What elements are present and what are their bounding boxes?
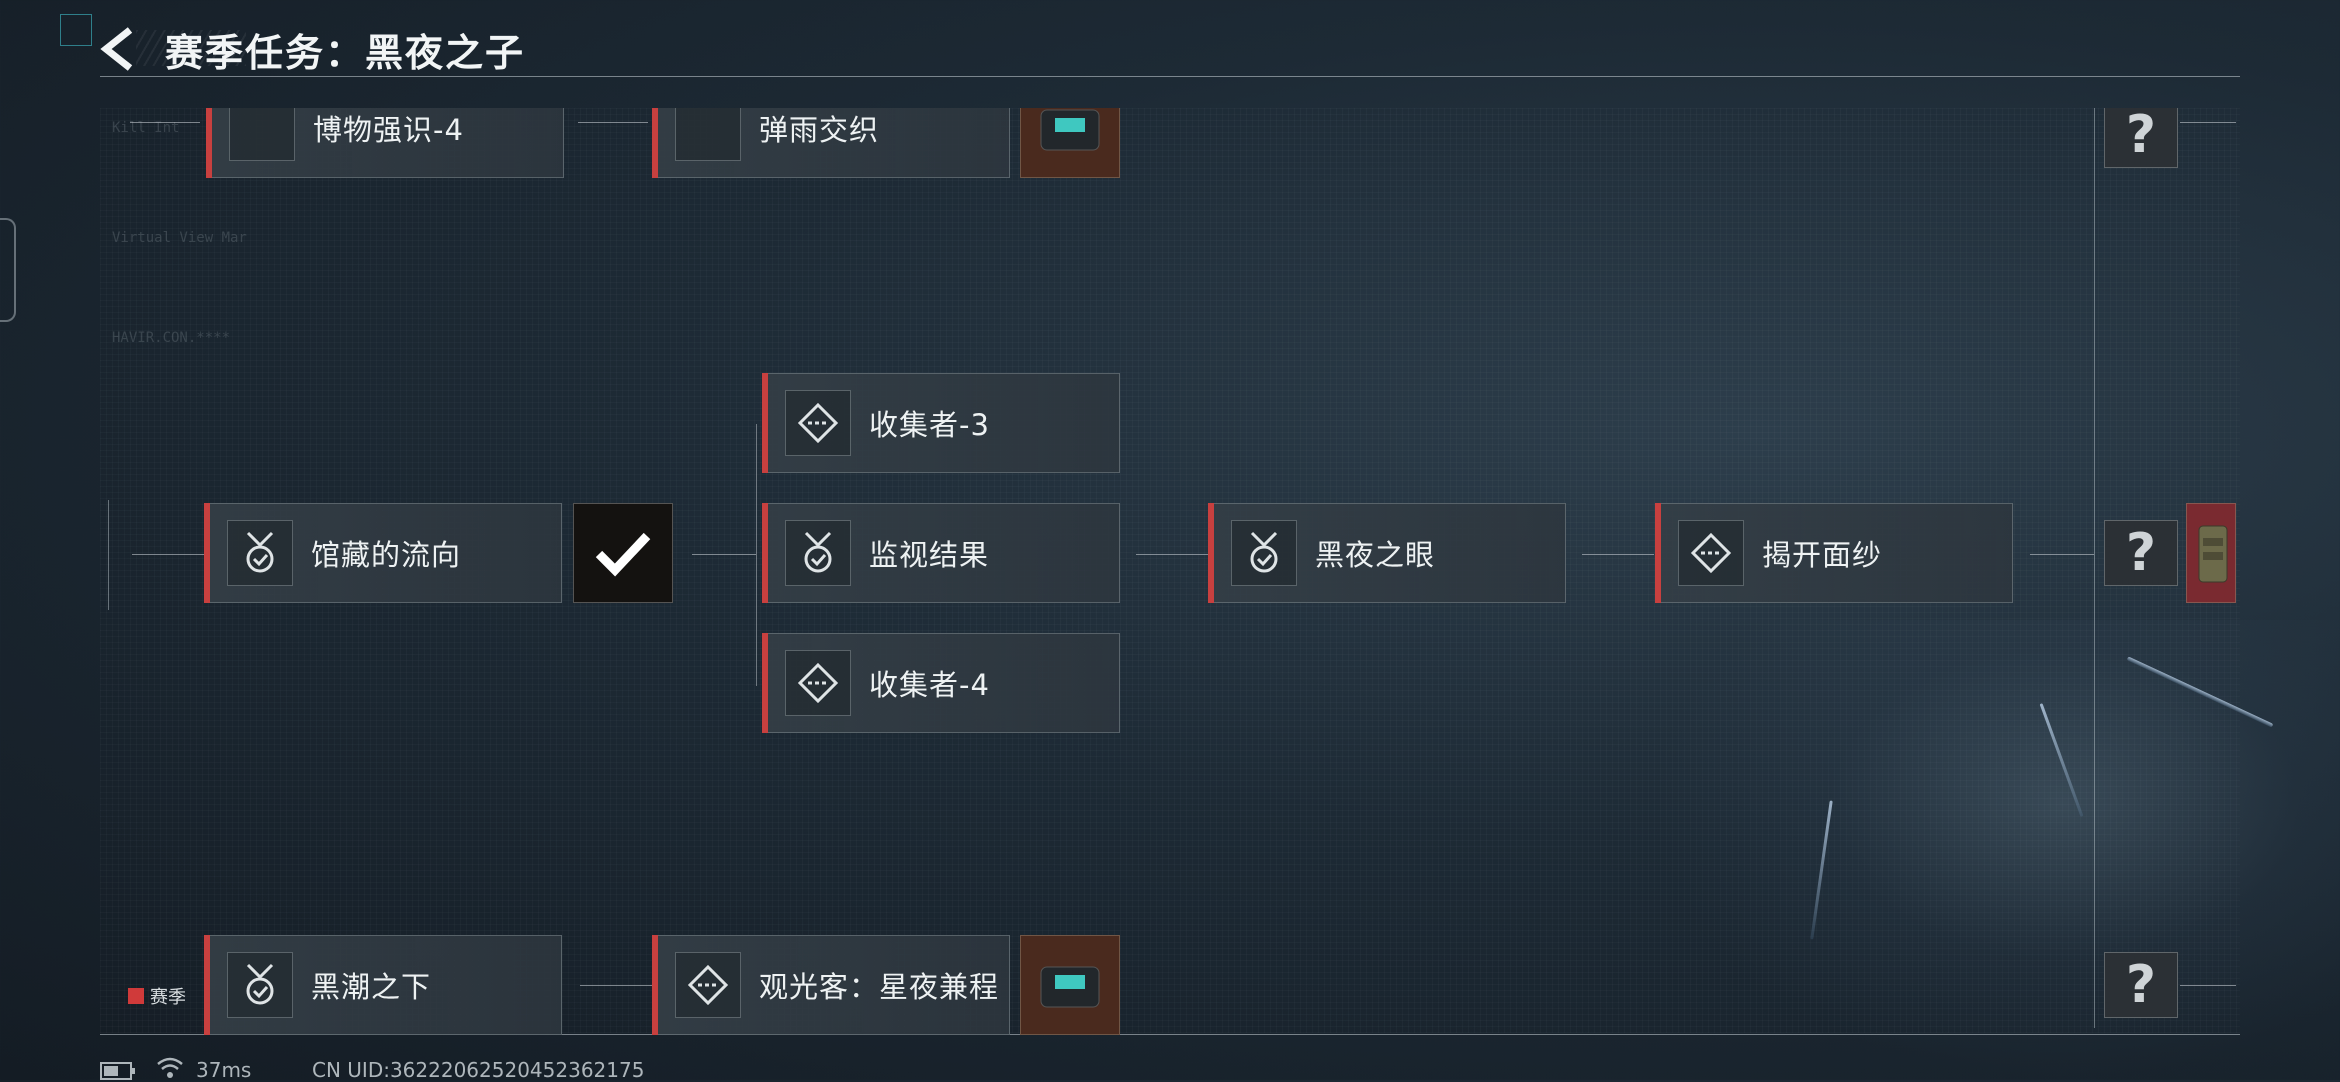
reward-completed[interactable] — [573, 503, 673, 603]
link-line — [580, 985, 652, 986]
corner-frame — [60, 14, 92, 46]
task-card-heiye-eye[interactable]: 黑夜之眼 — [1208, 503, 1566, 603]
ping-readout: 37ms — [196, 1058, 252, 1082]
page-title: 赛季任务：黑夜之子 — [165, 31, 526, 75]
season-badge: 赛季 — [128, 983, 186, 1009]
task-label: 博物强识-4 — [313, 113, 464, 147]
back-button[interactable] — [98, 26, 138, 72]
link-line — [578, 122, 648, 123]
link-line — [132, 554, 204, 555]
armor-vest-icon — [2198, 525, 2228, 583]
task-label: 弹雨交织 — [759, 113, 880, 147]
chevron-left-icon — [100, 27, 133, 71]
unknown-reward[interactable]: ? — [2104, 952, 2178, 1018]
link-line — [1582, 554, 1654, 555]
hud-decoration: HAVIR.CON.**** — [112, 330, 231, 346]
header-divider — [100, 76, 2240, 77]
task-card-bowu[interactable]: 博物强识-4 — [206, 108, 564, 178]
case-icon — [1040, 109, 1100, 151]
medal-icon — [785, 520, 851, 586]
task-card-danyu[interactable]: 弹雨交织 — [652, 108, 1010, 178]
case-icon — [1040, 966, 1100, 1008]
season-label: 赛季 — [150, 987, 186, 1008]
task-label: 观光客：星夜兼程 — [759, 970, 1000, 1004]
top-row-viewport: 博物强识-4 弹雨交织 ? — [100, 108, 2240, 178]
reward-armor-item[interactable] — [2186, 503, 2236, 603]
diamond-target-icon — [675, 108, 741, 161]
task-label: 馆藏的流向 — [311, 538, 462, 572]
unknown-reward[interactable]: ? — [2104, 520, 2178, 586]
task-card-collector-3[interactable]: 收集者-3 — [762, 373, 1120, 473]
diamond-target-icon — [785, 650, 851, 716]
task-card-jianshi[interactable]: 监视结果 — [762, 503, 1120, 603]
left-rail — [108, 500, 109, 610]
task-card-collector-4[interactable]: 收集者-4 — [762, 633, 1120, 733]
battery-icon — [100, 1062, 135, 1080]
task-card-guancang[interactable]: 馆藏的流向 — [204, 503, 562, 603]
medal-icon — [229, 108, 295, 161]
medal-icon — [227, 952, 293, 1018]
checkmark-icon — [595, 532, 651, 577]
unknown-reward[interactable]: ? — [2104, 108, 2178, 168]
link-line — [692, 554, 756, 555]
season-color-square — [128, 988, 144, 1004]
task-label: 监视结果 — [869, 538, 990, 572]
task-label: 收集者-4 — [869, 668, 990, 702]
medal-icon — [1231, 520, 1297, 586]
task-label: 黑夜之眼 — [1315, 538, 1436, 572]
task-label: 揭开面纱 — [1762, 538, 1883, 572]
task-label: 收集者-3 — [869, 408, 990, 442]
wifi-icon — [157, 1057, 183, 1078]
reward-case-item[interactable] — [1020, 935, 1120, 1035]
diamond-target-icon — [675, 952, 741, 1018]
link-line — [2180, 122, 2236, 123]
right-rail — [2094, 108, 2095, 1028]
link-line — [2180, 985, 2236, 986]
uid-readout: CN UID:36222062520452362175 — [312, 1058, 645, 1082]
side-bracket — [0, 218, 16, 322]
task-card-jiekai[interactable]: 揭开面纱 — [1655, 503, 2013, 603]
link-line — [2030, 554, 2094, 555]
diamond-target-icon — [785, 390, 851, 456]
storm-backdrop — [1650, 620, 2340, 1080]
branch-line — [756, 424, 757, 686]
link-line — [130, 122, 200, 123]
task-card-heichao[interactable]: 黑潮之下 — [204, 935, 562, 1035]
task-card-guangguang[interactable]: 观光客：星夜兼程 — [652, 935, 1010, 1035]
link-line — [1136, 554, 1208, 555]
medal-icon — [227, 520, 293, 586]
diamond-target-icon — [1678, 520, 1744, 586]
hud-decoration: Virtual View Mar — [112, 230, 247, 246]
reward-case-item[interactable] — [1020, 108, 1120, 178]
task-label: 黑潮之下 — [311, 970, 432, 1004]
